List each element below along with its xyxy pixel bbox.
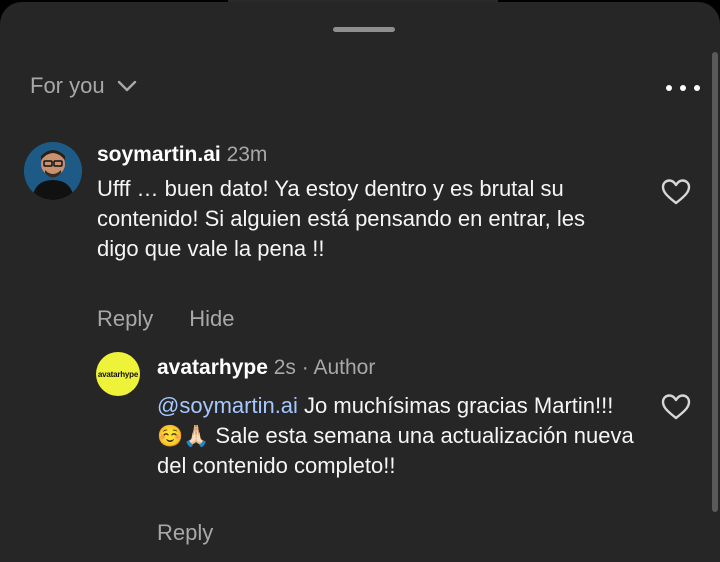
more-dot (666, 85, 672, 91)
reply-button[interactable]: Reply (157, 520, 213, 546)
reply-timestamp: 2s (273, 356, 296, 379)
avatar-logo-text: avatarhype (97, 369, 139, 379)
sheet-grab-handle[interactable] (333, 27, 395, 32)
hide-button[interactable]: Hide (189, 306, 234, 332)
avatar-avatarhype[interactable]: avatarhype (96, 352, 140, 396)
reply-text-part2: Sale esta semana una actualización nueva… (157, 423, 634, 478)
avatar-portrait-icon (24, 142, 82, 200)
reply-emojis: ☺️🙏🏻 (157, 424, 210, 448)
more-dot (680, 85, 686, 91)
more-dot (694, 85, 700, 91)
reply-text: @soymartin.ai Jo muchísimas gracias Mart… (157, 391, 637, 481)
comment-text: Ufff … buen dato! Ya estoy dentro y es b… (97, 176, 586, 261)
comment-timestamp: 23m (226, 143, 268, 166)
filter-label: For you (30, 73, 105, 98)
reply-button[interactable]: Reply (97, 306, 153, 332)
comments-filter-dropdown[interactable]: For you (30, 73, 137, 99)
mention-link[interactable]: @soymartin.ai (157, 393, 298, 418)
avatar-soymartin[interactable] (24, 142, 82, 200)
heart-outline-icon[interactable] (661, 393, 691, 421)
comment-username[interactable]: soymartin.ai (97, 143, 221, 166)
author-badge: Author (313, 356, 376, 379)
more-options-icon[interactable] (666, 83, 700, 93)
heart-outline-icon[interactable] (661, 178, 691, 206)
reply-text-part1: Jo muchísimas gracias Martin!!! (297, 393, 614, 418)
reply-actions: Reply (157, 520, 249, 546)
reply-separator: · (301, 356, 309, 379)
reply-header: avatarhype 2s · Author (157, 356, 375, 380)
comment-actions: Reply Hide (97, 306, 271, 332)
reply-username[interactable]: avatarhype (157, 356, 268, 379)
comment-header: soymartin.ai 23m (97, 143, 267, 167)
scrollbar[interactable] (712, 52, 718, 512)
chevron-down-icon (117, 80, 136, 92)
